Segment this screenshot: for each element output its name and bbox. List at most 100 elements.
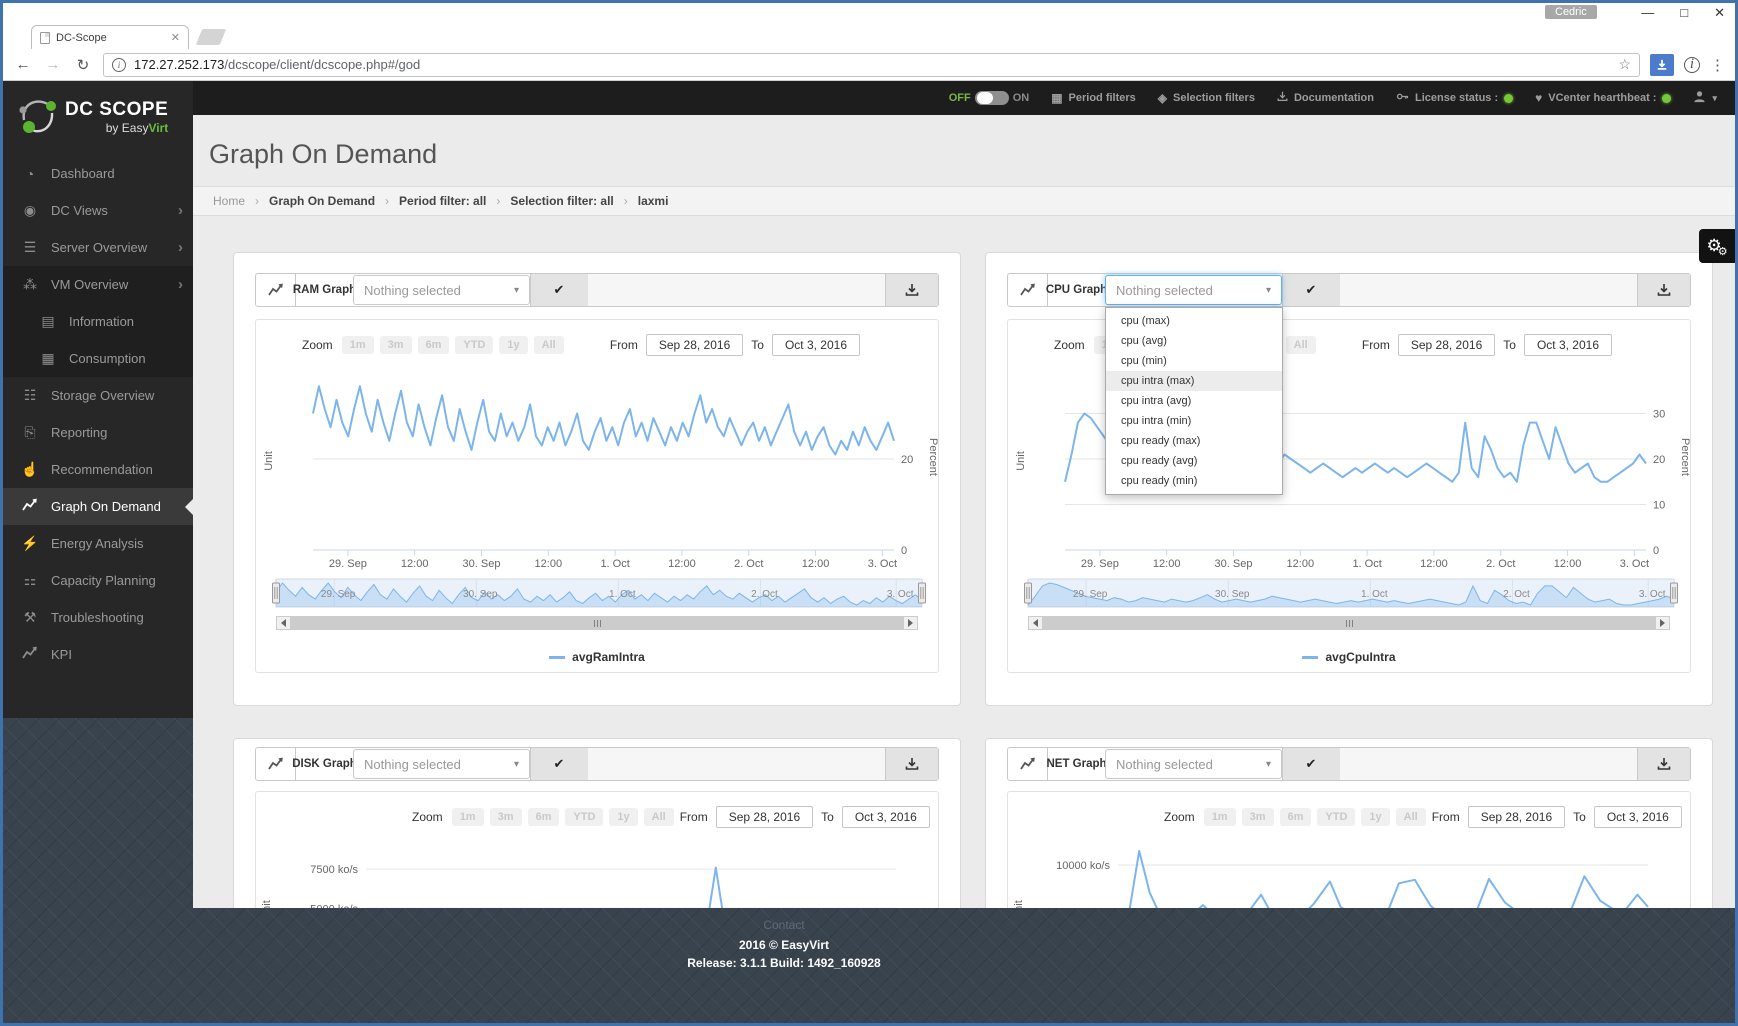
documentation-button[interactable]: Documentation [1277,91,1374,105]
ram-zoom-3m[interactable]: 3m [379,336,412,354]
ram-zoom-1m[interactable]: 1m [341,336,374,354]
disk-zoom-all[interactable]: All [643,808,674,826]
net-zoom-3m[interactable]: 3m [1241,808,1274,826]
selection-filters-button[interactable]: ◈ Selection filters [1158,91,1255,105]
sidebar-item-storage-overview[interactable]: ☷ Storage Overview [3,377,193,414]
forward-icon[interactable]: → [43,56,63,73]
scroll-right-arrow[interactable] [1655,617,1669,629]
dropdown-option-cpu-min[interactable]: cpu (min) [1106,351,1282,371]
site-info-icon[interactable]: i [112,57,126,72]
cpu-navigator[interactable]: 29. Sep 30. Sep 1. Oct 2. Oct 3. Oct [1008,575,1694,611]
scroll-thumb[interactable] [291,617,903,629]
maximize-button[interactable]: □ [1680,3,1688,23]
vcenter-heartbeat[interactable]: ♥ VCenter hearthbeat : [1535,91,1672,105]
dropdown-option-cpu-max[interactable]: cpu (max) [1106,311,1282,331]
chrome-menu-icon[interactable]: ⋮ [1710,56,1725,74]
net-series-select[interactable]: Nothing selected ▾ [1105,749,1282,779]
net-zoom-6m[interactable]: 6m [1279,808,1312,826]
ram-navigator[interactable]: 29. Sep 30. Sep 1. Oct 2. Oct 3. Oct [256,575,942,611]
breadcrumb-item-laxmi[interactable]: laxmi [638,194,669,208]
net-zoom-1y[interactable]: 1y [1361,808,1390,826]
net-to-date[interactable]: Oct 3, 2016 [1593,806,1682,828]
sidebar-item-server-overview[interactable]: ☰ Server Overview › [3,229,193,266]
ram-zoom-6m[interactable]: 6m [417,336,450,354]
cpu-zoom-all[interactable]: All [1285,336,1316,354]
cpu-scrollbar[interactable] [1028,616,1670,630]
breadcrumb-item-home[interactable]: Home [213,194,245,208]
breadcrumb-item-graph-on-demand[interactable]: Graph On Demand [269,194,375,208]
download-extension-icon[interactable] [1650,53,1674,76]
address-input[interactable]: i 172.27.252.173/dcscope/client/dcscope.… [103,52,1640,77]
net-from-date[interactable]: Sep 28, 2016 [1467,806,1566,828]
disk-from-date[interactable]: Sep 28, 2016 [715,806,814,828]
chrome-profile-badge[interactable]: Cedric [1545,5,1597,19]
disk-zoom-ytd[interactable]: YTD [565,808,604,826]
back-icon[interactable]: ← [13,56,33,73]
dropdown-option-cpu-intra-avg[interactable]: cpu intra (avg) [1106,391,1282,411]
ram-left-handle[interactable] [272,582,280,604]
disk-to-date[interactable]: Oct 3, 2016 [841,806,930,828]
dc-scope-logo[interactable]: DC SCOPE by EasyVirt [3,81,193,153]
reload-icon[interactable]: ↻ [73,56,93,74]
cpu-apply-button[interactable]: ✔ [1282,274,1339,306]
sidebar-item-consumption[interactable]: ▦ Consumption [3,340,193,377]
close-button[interactable]: ✕ [1714,3,1725,23]
ram-right-handle[interactable] [918,582,926,604]
sidebar-item-reporting[interactable]: ⎘ Reporting [3,414,193,451]
sidebar-item-capacity-planning[interactable]: ⚏ Capacity Planning [3,562,193,599]
new-tab-button[interactable] [195,29,227,45]
disk-zoom-3m[interactable]: 3m [489,808,522,826]
breadcrumb-item-selection-filter-all[interactable]: Selection filter: all [510,194,613,208]
contact-link[interactable]: Contact [763,918,804,932]
ram-legend[interactable]: avgRamIntra [256,650,938,664]
disk-zoom-1m[interactable]: 1m [451,808,484,826]
scroll-left-arrow[interactable] [277,617,291,629]
ram-zoom-all[interactable]: All [533,336,564,354]
disk-apply-button[interactable]: ✔ [530,748,587,780]
ram-from-date[interactable]: Sep 28, 2016 [645,334,744,356]
off-on-toggle[interactable]: OFF ON [949,91,1029,105]
ram-zoom-ytd[interactable]: YTD [455,336,494,354]
cpu-right-handle[interactable] [1670,582,1678,604]
dropdown-option-cpu-intra-max[interactable]: cpu intra (max) [1106,371,1282,391]
sidebar-item-troubleshooting[interactable]: ⚒ Troubleshooting [3,599,193,636]
cpu-download-button[interactable] [1637,274,1690,306]
browser-tab[interactable]: DC-Scope ✕ [31,25,189,49]
bookmark-star-icon[interactable]: ☆ [1618,56,1631,73]
scroll-left-arrow[interactable] [1029,617,1043,629]
cpu-left-handle[interactable] [1024,582,1032,604]
dropdown-option-cpu-ready-max[interactable]: cpu ready (max) [1106,431,1282,451]
scroll-thumb[interactable] [1043,617,1655,629]
ram-scrollbar[interactable] [276,616,918,630]
breadcrumb-item-period-filter-all[interactable]: Period filter: all [399,194,486,208]
scroll-right-arrow[interactable] [903,617,917,629]
ram-apply-button[interactable]: ✔ [530,274,587,306]
cpu-series-select[interactable]: Nothing selected ▾ [1105,275,1282,305]
sidebar-item-dc-views[interactable]: ◉ DC Views › [3,192,193,229]
sidebar-item-vm-overview[interactable]: ⁂ VM Overview › [3,266,193,303]
cpu-from-date[interactable]: Sep 28, 2016 [1397,334,1496,356]
ram-to-date[interactable]: Oct 3, 2016 [771,334,860,356]
net-zoom-ytd[interactable]: YTD [1317,808,1356,826]
net-download-button[interactable] [1637,748,1690,780]
cpu-legend[interactable]: avgCpuIntra [1008,650,1690,664]
toggle-pill[interactable] [974,91,1009,105]
user-menu[interactable]: ▾ [1693,90,1717,106]
sidebar-item-energy-analysis[interactable]: ⚡ Energy Analysis [3,525,193,562]
sidebar-item-kpi[interactable]: KPI [3,636,193,673]
sidebar-item-information[interactable]: ▤ Information [3,303,193,340]
chrome-info-icon[interactable]: i [1684,56,1700,73]
dropdown-option-cpu-avg[interactable]: cpu (avg) [1106,331,1282,351]
license-status[interactable]: License status : [1396,90,1514,106]
dropdown-option-cpu-ready-avg[interactable]: cpu ready (avg) [1106,451,1282,471]
disk-download-button[interactable] [885,748,938,780]
net-zoom-1m[interactable]: 1m [1203,808,1236,826]
settings-gear-button[interactable]: ⚙ ⚙ [1699,229,1735,263]
dropdown-option-cpu-intra-min[interactable]: cpu intra (min) [1106,411,1282,431]
sidebar-item-graph-on-demand[interactable]: Graph On Demand [3,488,193,525]
disk-series-select[interactable]: Nothing selected ▾ [353,749,530,779]
ram-zoom-1y[interactable]: 1y [499,336,528,354]
disk-zoom-1y[interactable]: 1y [609,808,638,826]
minimize-button[interactable]: — [1641,3,1654,23]
tab-close-icon[interactable]: ✕ [171,31,180,44]
